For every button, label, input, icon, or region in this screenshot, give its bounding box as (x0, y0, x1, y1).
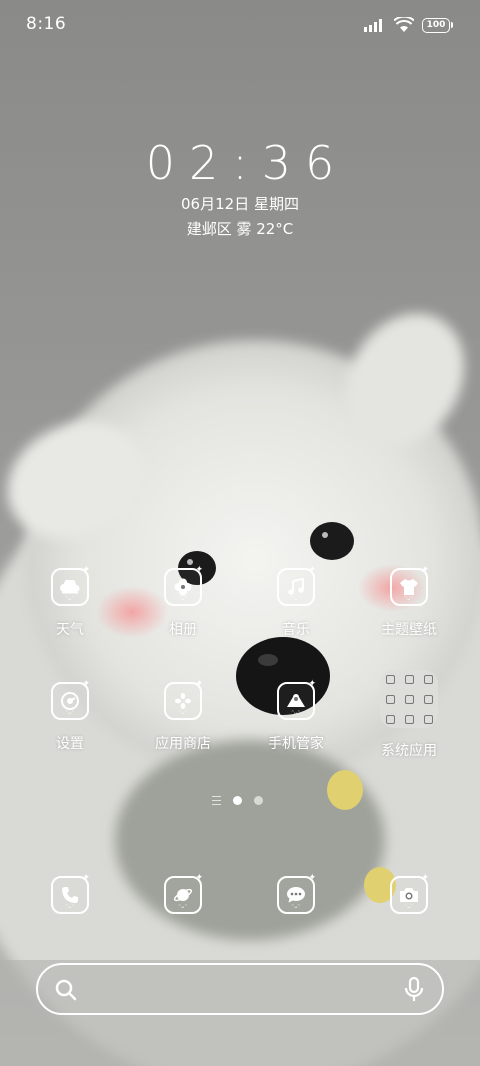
app-store-icon: ✦ ᵔᴗᵔ (164, 680, 203, 720)
browser-planet-icon: ✦ ᵔᴗᵔ (164, 874, 203, 914)
app-label: 系统应用 (381, 743, 437, 759)
app-label: 手机管家 (268, 736, 324, 752)
settings-icon: ✦ ᵔᴗᵔ (51, 680, 90, 720)
search-icon[interactable] (54, 978, 78, 1002)
app-label: 音乐 (282, 622, 310, 638)
search-bar[interactable] (36, 963, 444, 1015)
folder-app-thumbnail (424, 694, 433, 704)
app-weather[interactable]: ✦ ᵔᴗᵔ 天气 (22, 566, 118, 639)
weather-summary[interactable]: 建邺区 雾 22°C (0, 218, 480, 239)
status-bar: 8:16 100 (0, 0, 480, 50)
app-music[interactable]: ✦ ᵔᴗᵔ 音乐 (248, 566, 344, 639)
dock-camera[interactable]: ✦ ᵔᴗᵔ (361, 874, 457, 914)
folder-app-thumbnail (386, 674, 395, 684)
page-list-icon[interactable] (212, 796, 221, 805)
messages-icon: ✦ ᵔᴗᵔ (277, 874, 316, 914)
folder-app-thumbnail (386, 694, 395, 704)
dock-messages[interactable]: ✦ ᵔᴗᵔ (248, 874, 344, 914)
gallery-clover-icon: ✦ ᵔᴗᵔ (164, 566, 203, 606)
app-label: 天气 (56, 622, 84, 638)
page-dot[interactable] (254, 796, 263, 805)
status-icons: 100 (364, 14, 453, 36)
dock-browser[interactable]: ✦ ᵔᴗᵔ (135, 874, 231, 914)
signal-icon (364, 19, 382, 32)
folder-icon (380, 670, 438, 728)
app-settings[interactable]: ✦ ᵔᴗᵔ 设置 (22, 680, 118, 753)
folder-app-thumbnail (386, 714, 395, 724)
page-dot-active[interactable] (233, 796, 242, 805)
app-themes[interactable]: ✦ ᵔᴗᵔ 主题壁纸 (361, 566, 457, 639)
folder-app-thumbnail (405, 714, 414, 724)
folder-app-thumbnail (424, 674, 433, 684)
clock-date[interactable]: 06月12日 星期四 (0, 193, 480, 214)
app-label: 设置 (56, 736, 84, 752)
folder-app-thumbnail (405, 694, 414, 704)
folder-app-thumbnail (424, 714, 433, 724)
app-store[interactable]: ✦ ᵔᴗᵔ 应用商店 (135, 680, 231, 753)
camera-icon: ✦ ᵔᴗᵔ (390, 874, 429, 914)
app-label: 应用商店 (155, 736, 211, 752)
app-security[interactable]: ✦ ᵔᴗᵔ 手机管家 (248, 680, 344, 753)
clock-time[interactable]: 02:36 (0, 136, 480, 190)
battery-icon: 100 (422, 17, 453, 33)
folder-app-thumbnail (405, 674, 414, 684)
microphone-icon[interactable] (404, 977, 424, 1003)
wifi-icon (394, 17, 414, 32)
status-time: 8:16 (26, 14, 67, 34)
app-gallery[interactable]: ✦ ᵔᴗᵔ 相册 (135, 566, 231, 639)
phone-icon: ✦ ᵔᴗᵔ (51, 874, 90, 914)
weather-cloud-icon: ✦ ᵔᴗᵔ (51, 566, 90, 606)
security-icon: ✦ ᵔᴗᵔ (277, 680, 316, 720)
page-indicator[interactable] (212, 796, 263, 805)
theme-shirt-icon: ✦ ᵔᴗᵔ (390, 566, 429, 606)
app-folder-system[interactable]: 系统应用 (361, 670, 457, 760)
app-label: 相册 (169, 622, 197, 638)
app-label: 主题壁纸 (381, 622, 437, 638)
dock-phone[interactable]: ✦ ᵔᴗᵔ (22, 874, 118, 914)
music-note-icon: ✦ ᵔᴗᵔ (277, 566, 316, 606)
